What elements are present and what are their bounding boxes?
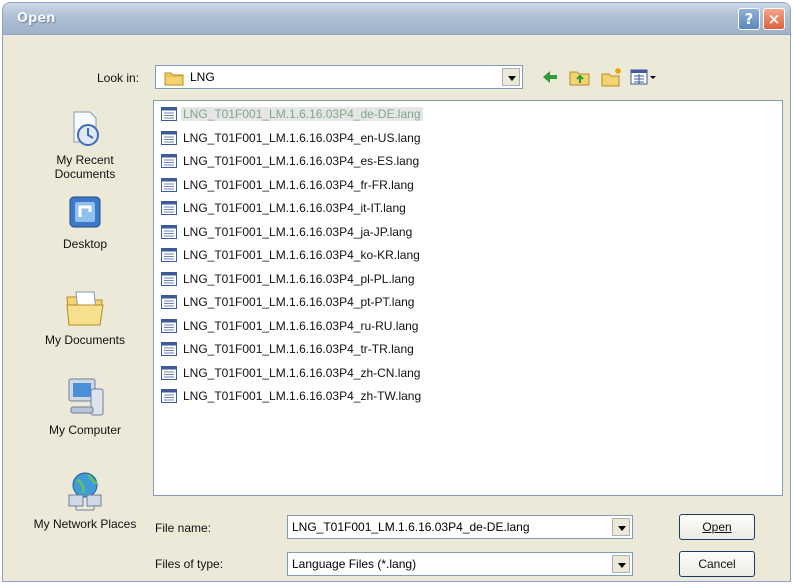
- file-icon: [161, 224, 177, 239]
- file-name-text: LNG_T01F001_LM.1.6.16.03P4_ja-JP.lang: [183, 224, 413, 239]
- file-icon: [161, 295, 177, 309]
- file-icon: [161, 271, 177, 286]
- file-row[interactable]: LNG_T01F001_LM.1.6.16.03P4_ja-JP.lang: [161, 223, 414, 241]
- file-icon: [161, 389, 177, 403]
- place-my-computer[interactable]: My Computer: [25, 375, 145, 437]
- file-name-text: LNG_T01F001_LM.1.6.16.03P4_es-ES.lang: [183, 154, 420, 168]
- back-arrow-icon[interactable]: [541, 67, 559, 87]
- view-menu-icon[interactable]: [630, 67, 660, 87]
- chevron-down-icon[interactable]: [612, 555, 630, 573]
- file-icon: [161, 201, 177, 215]
- close-button[interactable]: ×: [763, 8, 785, 30]
- file-name-text: LNG_T01F001_LM.1.6.16.03P4_it-IT.lang: [183, 201, 406, 215]
- place-my-recent-documents[interactable]: My Recent Documents: [25, 109, 145, 181]
- folder-icon: [164, 72, 184, 86]
- places-bar: My Recent Documents Desktop My Documents: [25, 99, 145, 549]
- place-my-network-places[interactable]: My Network Places: [25, 471, 145, 531]
- file-row[interactable]: LNG_T01F001_LM.1.6.16.03P4_it-IT.lang: [161, 199, 408, 217]
- recent-documents-icon: [73, 111, 99, 146]
- file-name-text: LNG_T01F001_LM.1.6.16.03P4_en-US.lang: [183, 130, 421, 145]
- network-places-icon: [68, 472, 102, 511]
- file-row[interactable]: LNG_T01F001_LM.1.6.16.03P4_zh-CN.lang: [161, 364, 422, 382]
- file-row[interactable]: LNG_T01F001_LM.1.6.16.03P4_pt-PT.lang: [161, 293, 416, 311]
- place-label: My Computer: [48, 423, 122, 437]
- place-desktop[interactable]: Desktop: [25, 195, 145, 251]
- look-in-label: Look in:: [97, 71, 140, 85]
- file-list[interactable]: LNG_T01F001_LM.1.6.16.03P4_de-DE.lang LNG…: [153, 100, 783, 496]
- file-icon: [161, 130, 177, 145]
- file-row[interactable]: LNG_T01F001_LM.1.6.16.03P4_tr-TR.lang: [161, 340, 416, 358]
- file-name-text: LNG_T01F001_LM.1.6.16.03P4_pl-PL.lang: [183, 271, 415, 286]
- window-title: Open: [17, 11, 56, 26]
- file-icon: [161, 342, 177, 356]
- file-row[interactable]: LNG_T01F001_LM.1.6.16.03P4_zh-TW.lang: [161, 387, 423, 405]
- open-button-label: Open: [702, 520, 732, 534]
- file-name-text: LNG_T01F001_LM.1.6.16.03P4_zh-TW.lang: [183, 389, 422, 403]
- file-name-input[interactable]: LNG_T01F001_LM.1.6.16.03P4_de-DE.lang: [287, 515, 633, 539]
- file-row[interactable]: LNG_T01F001_LM.1.6.16.03P4_en-US.lang: [161, 129, 423, 147]
- file-icon: [161, 154, 177, 168]
- desktop-icon: [69, 196, 101, 228]
- file-name-text: LNG_T01F001_LM.1.6.16.03P4_fr-FR.lang: [183, 177, 414, 192]
- open-button[interactable]: Open: [679, 514, 755, 540]
- file-name-text: LNG_T01F001_LM.1.6.16.03P4_de-DE.lang: [181, 107, 423, 121]
- file-row[interactable]: LNG_T01F001_LM.1.6.16.03P4_ru-RU.lang: [161, 317, 420, 335]
- place-label: My Documents: [44, 333, 126, 347]
- file-row[interactable]: LNG_T01F001_LM.1.6.16.03P4_de-DE.lang: [161, 105, 423, 123]
- chevron-down-icon[interactable]: [502, 68, 520, 86]
- file-type-value: Language Files (*.lang): [292, 557, 417, 571]
- place-label: Desktop: [62, 237, 108, 251]
- title-bar[interactable]: Open ? ×: [3, 3, 790, 35]
- cancel-button[interactable]: Cancel: [679, 551, 755, 577]
- file-type-dropdown[interactable]: Language Files (*.lang): [287, 552, 633, 576]
- place-my-documents[interactable]: My Documents: [25, 287, 145, 347]
- my-documents-icon: [66, 291, 104, 326]
- help-button[interactable]: ?: [738, 8, 760, 30]
- file-row[interactable]: LNG_T01F001_LM.1.6.16.03P4_es-ES.lang: [161, 152, 421, 170]
- file-name-text: LNG_T01F001_LM.1.6.16.03P4_ru-RU.lang: [183, 318, 419, 333]
- file-icon: [161, 177, 177, 192]
- file-row[interactable]: LNG_T01F001_LM.1.6.16.03P4_pl-PL.lang: [161, 270, 417, 288]
- open-dialog: Open ? × Look in: LNG My Recent Document…: [2, 2, 791, 582]
- file-row[interactable]: LNG_T01F001_LM.1.6.16.03P4_ko-KR.lang: [161, 246, 422, 264]
- file-icon: [161, 365, 177, 380]
- file-row[interactable]: LNG_T01F001_LM.1.6.16.03P4_fr-FR.lang: [161, 176, 416, 194]
- file-icon: [161, 107, 177, 121]
- file-name-text: LNG_T01F001_LM.1.6.16.03P4_tr-TR.lang: [183, 342, 414, 356]
- look-in-dropdown[interactable]: LNG: [155, 65, 523, 89]
- new-folder-icon[interactable]: [601, 67, 623, 87]
- my-computer-icon: [68, 378, 104, 416]
- look-in-value: LNG: [190, 70, 215, 84]
- file-name-value: LNG_T01F001_LM.1.6.16.03P4_de-DE.lang: [292, 520, 530, 534]
- place-label: My Network Places: [33, 517, 137, 531]
- file-name-label: File name:: [155, 521, 212, 535]
- file-name-text: LNG_T01F001_LM.1.6.16.03P4_pt-PT.lang: [183, 295, 415, 309]
- place-label: My Recent Documents: [54, 153, 116, 181]
- up-folder-icon[interactable]: [569, 67, 591, 87]
- file-icon: [161, 248, 177, 262]
- chevron-down-icon[interactable]: [612, 518, 630, 536]
- file-name-text: LNG_T01F001_LM.1.6.16.03P4_ko-KR.lang: [183, 248, 420, 262]
- file-type-label: Files of type:: [155, 557, 224, 571]
- file-icon: [161, 318, 177, 333]
- file-name-text: LNG_T01F001_LM.1.6.16.03P4_zh-CN.lang: [183, 365, 421, 380]
